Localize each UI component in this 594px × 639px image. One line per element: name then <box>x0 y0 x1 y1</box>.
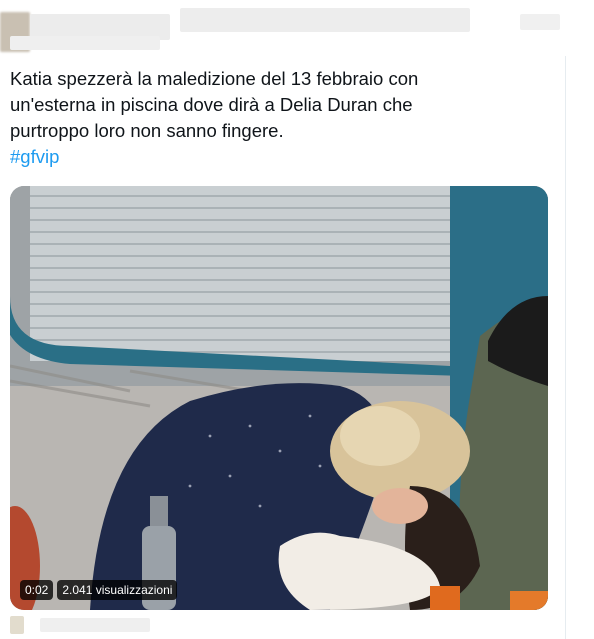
author-handle-blurred <box>10 36 160 50</box>
footer-blurred-icon <box>10 616 24 634</box>
tweet-text-line: purtroppo loro non sanno fingere. <box>10 120 284 141</box>
header-blurred-block <box>180 8 470 32</box>
blurred-tweet-footer <box>0 610 594 639</box>
header-blurred-small <box>520 14 560 30</box>
tweet-text-line: un'esterna in piscina dove dirà a Delia … <box>10 94 413 115</box>
footer-blurred-text <box>40 618 150 632</box>
video-overlay: 0:02 2.041 visualizzazioni <box>20 580 178 600</box>
video-frame <box>10 186 548 610</box>
timeline-divider <box>565 56 566 639</box>
blurred-tweet-header <box>0 0 594 56</box>
tweet-text-line: Katia spezzerà la maledizione del 13 feb… <box>10 68 419 89</box>
video-timestamp: 0:02 <box>20 580 54 600</box>
video-player[interactable]: 0:02 2.041 visualizzazioni <box>10 186 548 610</box>
hashtag-link[interactable]: #gfvip <box>10 144 530 170</box>
view-count: 2.041 visualizzazioni <box>57 580 178 600</box>
tweet-text: Katia spezzerà la maledizione del 13 feb… <box>10 66 530 170</box>
